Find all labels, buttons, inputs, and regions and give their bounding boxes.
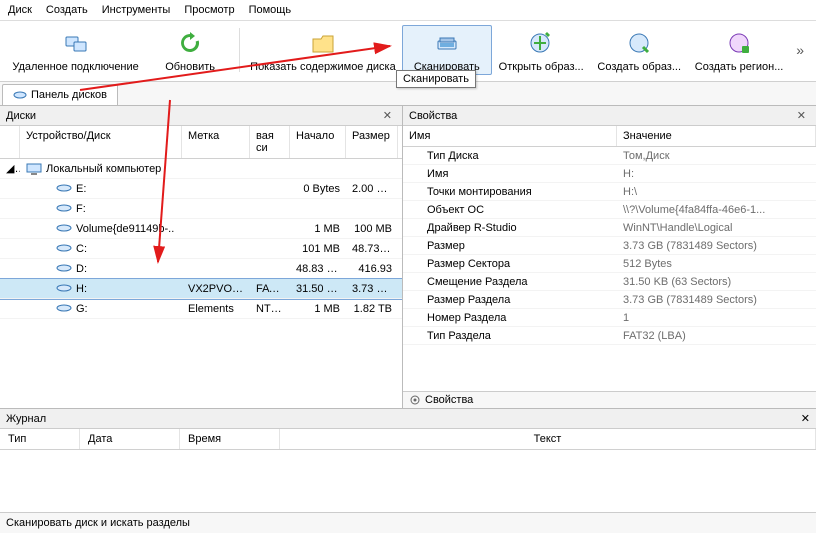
drive-row[interactable]: H: VX2PVOL_RU FAT32 31.50 KB 3.73 GB <box>0 279 402 299</box>
remote-connect-button[interactable]: Удаленное подключение <box>6 25 145 75</box>
drives-close[interactable]: ✕ <box>379 109 396 122</box>
refresh-label: Обновить <box>165 61 215 73</box>
property-row[interactable]: Драйвер R-StudioWinNT\Handle\Logical <box>403 219 816 237</box>
drives-title: Диски <box>6 110 36 122</box>
journal-title: Журнал <box>6 413 46 425</box>
menu-help[interactable]: Помощь <box>249 4 292 16</box>
toolbar-overflow[interactable]: » <box>790 42 810 58</box>
region-icon <box>723 27 755 59</box>
jcol-text[interactable]: Текст <box>280 429 816 449</box>
scanner-icon <box>431 27 463 59</box>
volume-icon <box>56 243 72 255</box>
tab-disk-panel-label: Панель дисков <box>31 89 107 101</box>
create-region-label: Создать регион... <box>695 61 784 73</box>
open-image-icon <box>525 27 557 59</box>
properties-header: Свойства ✕ <box>403 106 816 126</box>
col-prop-value[interactable]: Значение <box>617 126 816 146</box>
status-text: Сканировать диск и искать разделы <box>6 517 190 529</box>
col-size[interactable]: Размер <box>346 126 398 158</box>
properties-columns: Имя Значение <box>403 126 816 147</box>
properties-body[interactable]: Тип ДискаТом,ДискИмяH:Точки монтирования… <box>403 147 816 391</box>
property-row[interactable]: Номер Раздела1 <box>403 309 816 327</box>
menu-create[interactable]: Создать <box>46 4 88 16</box>
journal-columns: Тип Дата Время Текст <box>0 429 816 450</box>
drive-row[interactable]: D: 48.83 GB 416.93 <box>0 259 402 279</box>
tree-root[interactable]: ◢ Локальный компьютер <box>0 159 402 179</box>
drives-pane-header: Диски ✕ <box>0 106 402 126</box>
property-row[interactable]: ИмяH: <box>403 165 816 183</box>
volume-icon <box>56 263 72 275</box>
drives-tree[interactable]: ◢ Локальный компьютер E: 0 Bytes 2.00 GB… <box>0 159 402 408</box>
create-image-button[interactable]: Создать образ... <box>591 25 688 75</box>
properties-footer-tab[interactable]: Свойства <box>403 391 816 408</box>
property-row[interactable]: Точки монтированияH:\ <box>403 183 816 201</box>
toolbar-separator <box>239 28 240 72</box>
menu-tools[interactable]: Инструменты <box>102 4 171 16</box>
property-row[interactable]: Тип РазделаFAT32 (LBA) <box>403 327 816 345</box>
col-fs[interactable]: вая си <box>250 126 290 158</box>
property-row[interactable]: Тип ДискаТом,Диск <box>403 147 816 165</box>
drive-row[interactable]: G: Elements NTFS 1 MB 1.82 TB <box>0 299 402 319</box>
disk-icon <box>13 88 27 102</box>
col-start[interactable]: Начало <box>290 126 346 158</box>
property-row[interactable]: Размер3.73 GB (7831489 Sectors) <box>403 237 816 255</box>
journal-header: Журнал ✕ <box>0 409 816 429</box>
drive-row[interactable]: F: <box>0 199 402 219</box>
drive-row[interactable]: E: 0 Bytes 2.00 GB <box>0 179 402 199</box>
journal-body[interactable] <box>0 450 816 512</box>
jcol-time[interactable]: Время <box>180 429 280 449</box>
menubar: Диск Создать Инструменты Просмотр Помощь <box>0 0 816 21</box>
property-row[interactable]: Размер Раздела3.73 GB (7831489 Sectors) <box>403 291 816 309</box>
journal-pane: Журнал ✕ Тип Дата Время Текст <box>0 408 816 512</box>
property-row[interactable]: Размер Сектора512 Bytes <box>403 255 816 273</box>
property-row[interactable]: Объект ОС\\?\Volume{4fa84ffa-46e6-1... <box>403 201 816 219</box>
volume-icon <box>56 283 72 295</box>
show-content-label: Показать содержимое диска <box>250 61 396 73</box>
tab-disk-panel[interactable]: Панель дисков <box>2 84 118 105</box>
col-label[interactable]: Метка <box>182 126 250 158</box>
scan-button[interactable]: Сканировать <box>402 25 492 75</box>
volume-icon <box>56 203 72 215</box>
properties-pane: Свойства ✕ Имя Значение Тип ДискаТом,Дис… <box>403 106 816 408</box>
gear-icon <box>409 394 421 406</box>
create-image-icon <box>623 27 655 59</box>
statusbar: Сканировать диск и искать разделы <box>0 512 816 533</box>
folder-icon <box>307 27 339 59</box>
drive-row[interactable]: Volume{de91149b-.. 1 MB 100 MB <box>0 219 402 239</box>
computer-icon <box>26 163 42 175</box>
open-image-label: Открыть образ... <box>499 61 584 73</box>
col-device[interactable]: Устройство/Диск <box>20 126 182 158</box>
scan-tooltip: Сканировать <box>396 70 476 88</box>
show-content-button[interactable]: Показать содержимое диска <box>244 25 402 75</box>
volume-icon <box>56 303 72 315</box>
volume-icon <box>56 223 72 235</box>
menu-disk[interactable]: Диск <box>8 4 32 16</box>
remote-icon <box>60 27 92 59</box>
jcol-date[interactable]: Дата <box>80 429 180 449</box>
col-prop-name[interactable]: Имя <box>403 126 617 146</box>
jcol-type[interactable]: Тип <box>0 429 80 449</box>
drives-columns: Устройство/Диск Метка вая си Начало Разм… <box>0 126 402 159</box>
volume-icon <box>56 183 72 195</box>
property-row[interactable]: Смещение Раздела31.50 KB (63 Sectors) <box>403 273 816 291</box>
properties-close[interactable]: ✕ <box>793 109 810 122</box>
drives-pane: Диски ✕ Устройство/Диск Метка вая си Нач… <box>0 106 403 408</box>
remote-connect-label: Удаленное подключение <box>12 61 138 73</box>
menu-view[interactable]: Просмотр <box>184 4 234 16</box>
drive-row[interactable]: C: 101 MB 48.73 GB <box>0 239 402 259</box>
refresh-icon <box>174 27 206 59</box>
create-region-button[interactable]: Создать регион... <box>688 25 790 75</box>
open-image-button[interactable]: Открыть образ... <box>492 25 591 75</box>
journal-close[interactable]: ✕ <box>801 412 810 425</box>
properties-title: Свойства <box>409 110 457 122</box>
refresh-button[interactable]: Обновить <box>145 25 235 75</box>
create-image-label: Создать образ... <box>597 61 681 73</box>
